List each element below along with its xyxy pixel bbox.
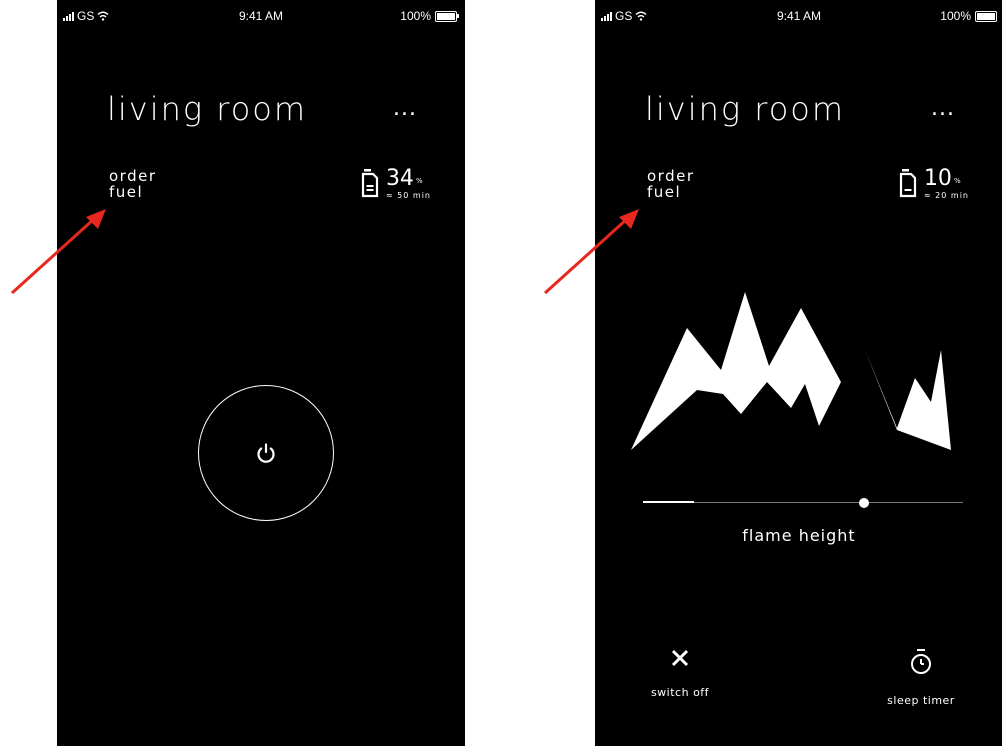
power-icon (257, 443, 275, 463)
battery-status: 100% (400, 9, 459, 23)
fuel-remaining-time: ≈ 50 min (385, 191, 431, 200)
slider-thumb[interactable] (858, 498, 869, 508)
order-fuel-line1: order (647, 167, 695, 185)
battery-label: 100% (400, 9, 431, 23)
order-fuel-line2: fuel (109, 183, 144, 201)
fuel-percent: 34 (385, 166, 414, 191)
phone-screen-on: GS 9:41 AM 100% living room ... order fu… (595, 0, 1002, 746)
fuel-level: 34% ≈ 50 min (360, 168, 431, 200)
order-fuel-line1: order (109, 167, 157, 185)
flame-height-slider[interactable] (643, 497, 963, 509)
battery-icon (435, 10, 459, 22)
switch-off-button[interactable]: switch off (630, 648, 730, 699)
battery-icon (975, 10, 997, 22)
fuel-percent-unit: % (415, 177, 423, 185)
page-title: living room (107, 90, 308, 128)
slider-fill (643, 501, 695, 503)
flame-height-label: flame height (742, 526, 856, 545)
close-icon (671, 649, 689, 667)
annotation-arrow (10, 209, 106, 295)
status-bar: GS 9:41 AM 100% (57, 9, 465, 25)
more-menu-button[interactable]: ... (931, 96, 955, 121)
order-fuel-link[interactable]: order fuel (109, 168, 157, 200)
fuel-level: 10% ≈ 20 min (898, 168, 969, 200)
sleep-timer-button[interactable]: sleep timer (871, 648, 971, 707)
phone-screen-off: GS 9:41 AM 100% living room ... order fu… (57, 0, 465, 746)
fuel-percent: 10 (923, 166, 952, 191)
battery-label: 100% (940, 9, 971, 23)
fuel-remaining-time: ≈ 20 min (923, 191, 969, 200)
battery-status: 100% (940, 9, 997, 23)
sleep-timer-label: sleep timer (887, 694, 955, 707)
fuel-can-icon (361, 169, 379, 198)
fuel-percent-unit: % (953, 177, 961, 185)
annotation-arrow (543, 209, 639, 295)
more-menu-button[interactable]: ... (393, 96, 417, 121)
order-fuel-link[interactable]: order fuel (647, 168, 695, 200)
power-button[interactable] (198, 385, 334, 521)
order-fuel-line2: fuel (647, 183, 682, 201)
page-title: living room (645, 90, 846, 128)
status-bar: GS 9:41 AM 100% (595, 9, 1002, 25)
fuel-can-icon (899, 169, 917, 198)
switch-off-label: switch off (650, 686, 710, 699)
flame-icon (631, 292, 951, 450)
stopwatch-icon (911, 649, 931, 674)
